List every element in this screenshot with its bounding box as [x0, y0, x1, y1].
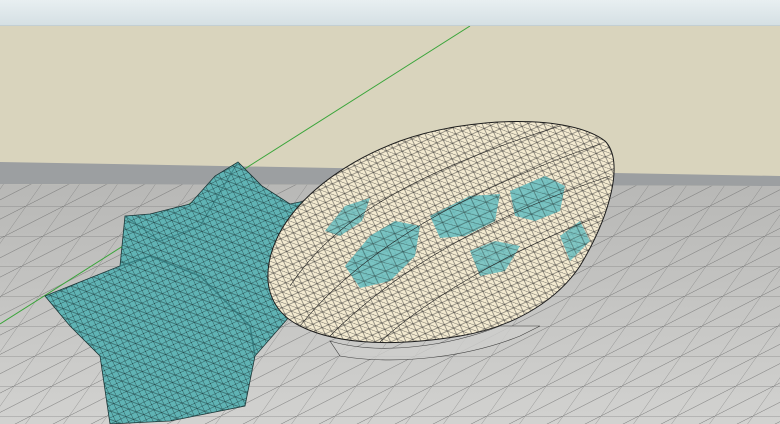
modeling-app-window [0, 0, 780, 424]
title-bar [0, 0, 780, 26]
3d-viewport[interactable] [0, 26, 780, 424]
scene-canvas[interactable] [0, 26, 780, 424]
